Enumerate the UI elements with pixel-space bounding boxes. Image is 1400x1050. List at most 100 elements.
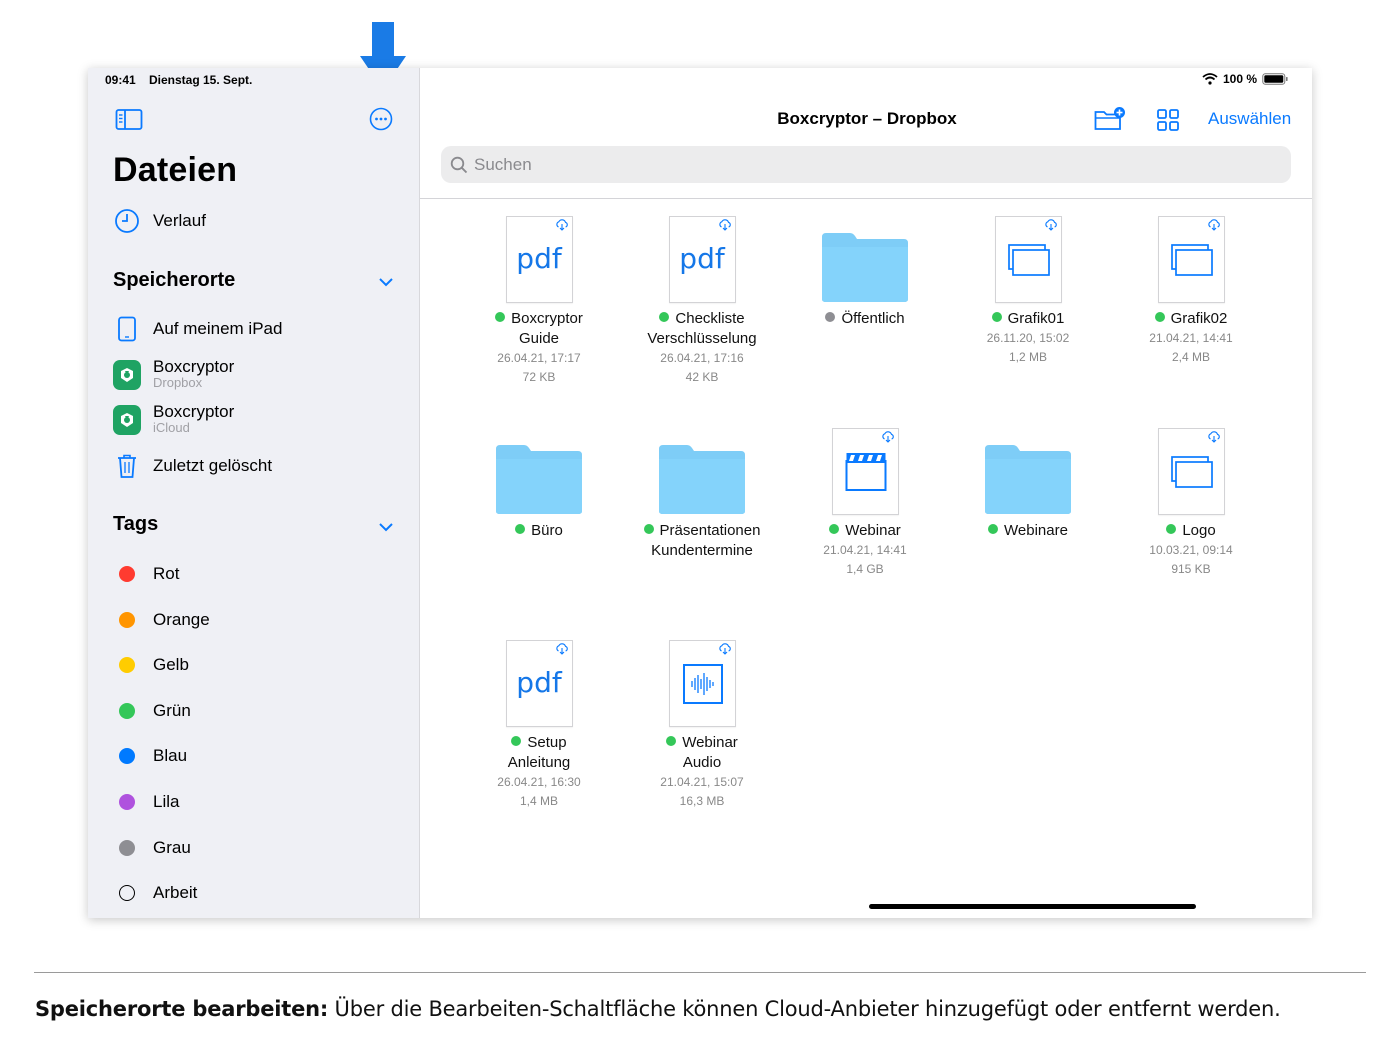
sidebar-item-boxcryptor-dropbox[interactable]: Boxcryptor Dropbox: [113, 357, 234, 393]
cloud-download-icon: [1207, 431, 1220, 443]
video-file-icon: [831, 428, 899, 515]
file-item[interactable]: Grafik01 26.11.20, 15:02 1,2 MB: [948, 213, 1108, 367]
image-file-icon: [1157, 428, 1225, 515]
grid-view-icon[interactable]: [1156, 108, 1180, 132]
status-dot-icon: [825, 312, 836, 322]
chevron-down-icon[interactable]: [378, 276, 394, 288]
caption-bold: Speicherorte bearbeiten:: [35, 997, 329, 1021]
sidebar: 09:41 Dienstag 15. Sept. Dateien Verlauf…: [88, 68, 420, 918]
file-date: 21.04.21, 15:07: [660, 775, 744, 789]
audio-file-icon: [668, 640, 736, 727]
cloud-download-icon: [718, 219, 731, 231]
file-size: 1,4 GB: [846, 562, 884, 576]
tag-dot-wrap: [113, 697, 141, 725]
file-item[interactable]: pdf Boxcryptor Guide 26.04.21, 17:17 72 KB: [459, 213, 619, 387]
more-options-icon[interactable]: [369, 107, 393, 131]
tag-color-dot-icon: [119, 840, 135, 856]
file-item[interactable]: Logo 10.03.21, 09:14 915 KB: [1111, 425, 1271, 579]
file-name-line1: Logo: [1182, 522, 1216, 539]
file-item[interactable]: Webinare: [948, 425, 1108, 541]
file-name-line1: Setup: [527, 734, 567, 751]
tag-item[interactable]: Gelb: [113, 650, 189, 680]
pdf-file-icon: pdf: [668, 216, 736, 303]
file-item[interactable]: Öffentlich: [785, 213, 945, 329]
battery-percent: 100 %: [1222, 72, 1257, 86]
new-folder-icon[interactable]: [1094, 106, 1126, 132]
folder-icon: [659, 445, 745, 514]
tag-color-dot-icon: [119, 703, 135, 719]
file-name: Webinare: [948, 521, 1108, 541]
thumbnail: pdf: [622, 213, 782, 303]
thumbnail: pdf: [459, 213, 619, 303]
tag-item[interactable]: Lila: [113, 787, 179, 817]
caption-text: Über die Bearbeiten-Schaltfläche können …: [328, 997, 1281, 1021]
ipad-screen: 09:41 Dienstag 15. Sept. Dateien Verlauf…: [88, 68, 1312, 918]
battery-icon: [1262, 73, 1288, 85]
sidebar-item-boxcryptor-icloud[interactable]: Boxcryptor iCloud: [113, 402, 234, 438]
tag-label: Rot: [153, 564, 180, 583]
file-name: Büro: [459, 521, 619, 541]
sidebar-item-on-my-ipad[interactable]: Auf meinem iPad: [113, 314, 282, 344]
tag-item[interactable]: Grün: [113, 696, 191, 726]
cloud-download-icon: [1044, 219, 1057, 231]
file-name-line2: Anleitung: [507, 754, 571, 771]
tag-label: Grün: [153, 701, 191, 720]
file-size: 72 KB: [522, 370, 556, 384]
file-item[interactable]: Büro: [459, 425, 619, 541]
tag-item[interactable]: Rot: [113, 559, 179, 589]
sidebar-item-recent[interactable]: Verlauf: [113, 206, 206, 236]
status-dot-icon: [991, 312, 1002, 322]
wifi-icon: [1202, 73, 1218, 85]
file-name: Präsentationen Kundentermine: [622, 521, 782, 561]
home-indicator[interactable]: [869, 904, 1196, 909]
boxcryptor-logo-wrap: [113, 405, 141, 435]
thumbnail: [459, 425, 619, 515]
tag-color-dot-icon: [119, 748, 135, 764]
image-file-icon: [1157, 216, 1225, 303]
file-name: Grafik01: [948, 309, 1108, 329]
file-date: 26.11.20, 15:02: [986, 331, 1070, 345]
status-dot-icon: [666, 736, 677, 746]
caption: Speicherorte bearbeiten: Über die Bearbe…: [35, 997, 1281, 1021]
boxcryptor-logo-wrap: [113, 360, 141, 390]
file-item[interactable]: pdf Setup Anleitung 26.04.21, 16:30 1,4 MB: [459, 637, 619, 811]
file-name-line1: Grafik01: [1007, 310, 1065, 327]
file-date: 26.04.21, 17:17: [497, 351, 581, 365]
status-dot-icon: [643, 524, 654, 534]
select-button[interactable]: Auswählen: [1208, 109, 1291, 129]
thumbnail: [948, 213, 1108, 303]
tag-item[interactable]: Blau: [113, 741, 187, 771]
file-item[interactable]: Webinar 21.04.21, 14:41 1,4 GB: [785, 425, 945, 579]
sidebar-item-label: Verlauf: [153, 211, 206, 230]
pdf-file-icon: pdf: [505, 216, 573, 303]
boxcryptor-icon: [113, 360, 141, 390]
chevron-down-icon[interactable]: [378, 521, 394, 533]
folder-icon: [985, 445, 1071, 514]
file-size: 42 KB: [685, 370, 719, 384]
file-name: Öffentlich: [785, 309, 945, 329]
file-name: Webinar Audio: [622, 733, 782, 773]
file-name: Grafik02: [1111, 309, 1271, 329]
image-file-icon: [994, 216, 1062, 303]
tag-empty-dot-icon: [119, 885, 135, 901]
status-dot-icon: [515, 524, 526, 534]
tag-item[interactable]: Orange: [113, 605, 210, 635]
file-name-line1: Öffentlich: [841, 310, 905, 327]
sidebar-item-recently-deleted[interactable]: Zuletzt gelöscht: [113, 451, 272, 481]
search-input[interactable]: Suchen: [441, 146, 1291, 183]
file-date: 21.04.21, 14:41: [823, 543, 907, 557]
status-date: Dienstag 15. Sept.: [149, 73, 253, 87]
thumbnail: [785, 213, 945, 303]
tag-dot-wrap: [113, 742, 141, 770]
file-item[interactable]: Präsentationen Kundentermine: [622, 425, 782, 561]
file-item[interactable]: Grafik02 21.04.21, 14:41 2,4 MB: [1111, 213, 1271, 367]
tag-item[interactable]: Arbeit: [113, 878, 197, 908]
tag-item[interactable]: Grau: [113, 833, 191, 863]
file-name: Setup Anleitung: [459, 733, 619, 773]
sidebar-toggle-icon[interactable]: [115, 108, 143, 132]
file-name: Logo: [1111, 521, 1271, 541]
file-name-line2: Audio: [682, 754, 722, 771]
pdf-label: pdf: [516, 242, 562, 275]
file-item[interactable]: pdf Checkliste Verschlüsselung 26.04.21, 17…: [622, 213, 782, 387]
file-item[interactable]: Webinar Audio 21.04.21, 15:07 16,3 MB: [622, 637, 782, 811]
